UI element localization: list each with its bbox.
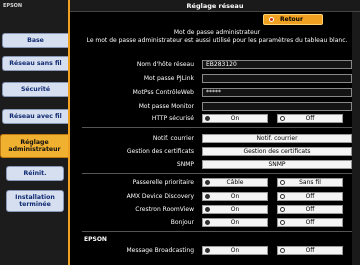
sidebar-item-label: Réseau sans fil xyxy=(9,59,62,67)
divider xyxy=(82,231,352,232)
admin-password-info: Mot de passe administrateur Le mot de pa… xyxy=(82,29,352,45)
projector-settings-screen: EPSON Base Réseau sans fil Sécurité Rése… xyxy=(0,0,360,265)
broadcast-on-toggle[interactable]: On xyxy=(202,246,268,255)
radio-selected-icon xyxy=(205,194,210,199)
crestron-off-toggle[interactable]: Off xyxy=(277,205,343,214)
sidebar-item-label: Base xyxy=(27,36,44,44)
back-button-label: Retour xyxy=(280,16,303,23)
mail-notification-button[interactable]: Notif. courrier xyxy=(202,134,352,143)
sidebar-item-admin[interactable]: Réglage administrateur xyxy=(0,134,68,158)
crestron-on-toggle[interactable]: On xyxy=(202,205,268,214)
amx-off-toggle[interactable]: Off xyxy=(277,192,343,201)
hostname-field[interactable]: EB283120 xyxy=(202,60,352,69)
sidebar-item-reset[interactable]: Réinit. xyxy=(6,166,64,181)
crestron-off-label: Off xyxy=(305,206,315,213)
radio-icon xyxy=(280,220,285,225)
sidebar-item-wireless[interactable]: Réseau sans fil xyxy=(2,56,68,71)
back-icon xyxy=(269,17,274,22)
epson-logo: EPSON xyxy=(3,3,23,9)
certs-label: Gestion des certificats xyxy=(126,148,194,155)
admin-password-label: Mot de passe administrateur xyxy=(173,29,261,36)
pjlink-password-field[interactable] xyxy=(202,74,352,83)
radio-icon xyxy=(280,194,285,199)
broadcast-off-label: Off xyxy=(305,247,315,254)
amx-label: AMX Device Discovery xyxy=(126,193,194,200)
monitor-label: Mot passe Monitor xyxy=(138,103,194,110)
crestron-label: Crestron RoomView xyxy=(135,206,194,213)
pjlink-label: Mot passe PJLink xyxy=(143,75,194,82)
gateway-wired-toggle[interactable]: Câble xyxy=(202,178,268,187)
radio-selected-icon xyxy=(205,116,210,121)
sidebar-item-label: Réinit. xyxy=(23,169,47,177)
https-on-label: On xyxy=(230,115,240,122)
sidebar: EPSON Base Réseau sans fil Sécurité Rése… xyxy=(0,0,68,265)
gateway-label: Passerelle prioritaire xyxy=(132,179,194,186)
broadcast-on-label: On xyxy=(230,247,240,254)
https-off-toggle[interactable]: Off xyxy=(277,114,343,123)
sidebar-item-label: Sécurité xyxy=(20,85,51,93)
gateway-wireless-label: Sans fil xyxy=(299,179,321,186)
radio-icon xyxy=(280,116,285,121)
sidebar-item-base[interactable]: Base xyxy=(2,33,68,48)
divider xyxy=(82,127,352,128)
sidebar-item-label: Réglage administrateur xyxy=(8,138,61,154)
https-off-label: Off xyxy=(305,115,315,122)
sidebar-item-label: Réseau avec fil xyxy=(9,112,62,120)
sidebar-item-finish[interactable]: Installation terminée xyxy=(6,190,64,212)
radio-selected-icon xyxy=(205,220,210,225)
mail-label: Notif. courrier xyxy=(152,135,194,142)
sidebar-item-label: Installation terminée xyxy=(15,193,55,209)
scrollbar[interactable] xyxy=(352,12,360,265)
amx-on-label: On xyxy=(230,193,240,200)
crestron-on-label: On xyxy=(230,206,240,213)
hostname-label: Nom d'hôte réseau xyxy=(136,61,194,68)
radio-selected-icon xyxy=(205,180,210,185)
radio-selected-icon xyxy=(205,248,210,253)
sidebar-item-wired[interactable]: Réseau avec fil xyxy=(2,109,68,124)
radio-icon xyxy=(280,180,285,185)
snmp-label: SNMP xyxy=(176,161,194,168)
monitor-password-field[interactable] xyxy=(202,102,352,111)
bonjour-off-toggle[interactable]: Off xyxy=(277,218,343,227)
radio-icon xyxy=(280,248,285,253)
bonjour-on-label: On xyxy=(230,219,240,226)
admin-password-note: Le mot de passe administrateur est aussi… xyxy=(86,37,348,44)
gateway-wired-label: Câble xyxy=(226,179,244,186)
radio-icon xyxy=(280,207,285,212)
back-button[interactable]: Retour xyxy=(263,14,323,25)
amx-on-toggle[interactable]: On xyxy=(202,192,268,201)
gateway-wireless-toggle[interactable]: Sans fil xyxy=(277,178,343,187)
amx-off-label: Off xyxy=(305,193,315,200)
main-panel: Réglage réseau Retour Mot de passe admin… xyxy=(68,0,360,265)
bonjour-on-toggle[interactable]: On xyxy=(202,218,268,227)
epson-section-title: EPSON xyxy=(84,236,107,243)
bonjour-label: Bonjour xyxy=(170,219,194,226)
page-title: Réglage réseau xyxy=(70,0,360,12)
broadcast-label: Message Broadcasting xyxy=(126,247,194,254)
https-on-toggle[interactable]: On xyxy=(202,114,268,123)
divider xyxy=(82,173,352,174)
broadcast-off-toggle[interactable]: Off xyxy=(277,246,343,255)
snmp-button[interactable]: SNMP xyxy=(202,160,352,169)
https-label: HTTP sécurisé xyxy=(151,115,194,122)
certificates-button[interactable]: Gestion des certificats xyxy=(202,147,352,156)
webcontrol-label: MotPss ContrôleWeb xyxy=(132,89,194,96)
bonjour-off-label: Off xyxy=(305,219,315,226)
radio-selected-icon xyxy=(205,207,210,212)
webcontrol-password-field[interactable]: ***** xyxy=(202,88,352,97)
sidebar-item-security[interactable]: Sécurité xyxy=(2,82,68,97)
